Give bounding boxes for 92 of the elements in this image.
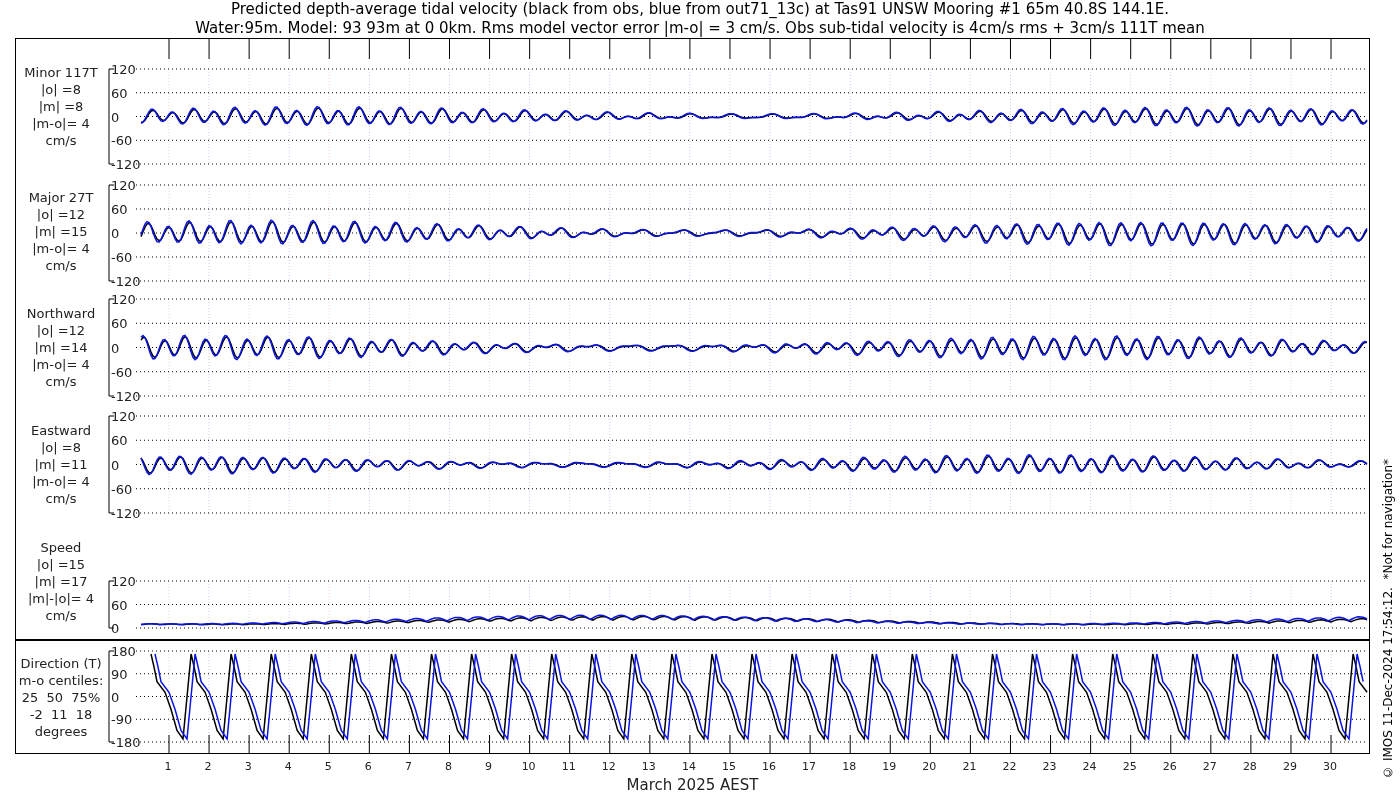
copyright-note: © IMOS 11-Dec-2024 17:54:12. *Not for navigation*: [1380, 458, 1395, 779]
day-tick-label: 2: [204, 760, 212, 773]
panel-label: |o| =12: [36, 206, 86, 223]
day-tick-label: 12: [601, 760, 616, 773]
day-tick-label: 18: [842, 760, 857, 773]
panel-label: Eastward: [31, 422, 91, 439]
day-tick-label: 19: [882, 760, 897, 773]
panel-label: 25 50 75%: [21, 688, 101, 706]
day-tick-label: 28: [1242, 760, 1257, 773]
day-tick-label: 13: [641, 760, 656, 773]
day-tick-label: 30: [1323, 760, 1338, 773]
panel-label: degrees: [34, 722, 88, 740]
day-tick-label: 27: [1202, 760, 1217, 773]
day-tick-label: 4: [284, 760, 292, 773]
panel-label: |m| =8: [38, 98, 84, 115]
axis-tick-label: 0: [111, 340, 120, 356]
panel-label: cm/s: [45, 606, 77, 624]
day-tick-label: 21: [962, 760, 977, 773]
axis-tick-label: 60: [111, 597, 128, 613]
day-tick-label: 6: [364, 760, 372, 773]
axis-tick-label: 120: [111, 409, 136, 424]
day-tick-label: 9: [485, 760, 493, 773]
axis-tick-label: 60: [111, 202, 128, 217]
axis-tick-label: -180: [111, 735, 141, 750]
panel-label: |o| =8: [41, 439, 81, 456]
axis-tick-label: -120: [111, 389, 141, 404]
panel-label: |m-o|= 4: [32, 356, 90, 373]
panel-label: cm/s: [45, 132, 77, 149]
day-tick-label: 20: [922, 760, 937, 773]
panel-label: m-o centiles:: [18, 671, 104, 689]
day-tick-label: 5: [324, 760, 332, 773]
axis-tick-label: -90: [111, 712, 133, 728]
axis-tick-label: 0: [111, 226, 120, 241]
x-axis-label: March 2025 AEST: [626, 775, 759, 796]
panel-label: |m-o|= 4: [32, 473, 90, 490]
axis-tick-label: -60: [111, 364, 133, 380]
day-tick-label: 8: [445, 760, 452, 773]
panel-label: |m-o|= 4: [32, 240, 90, 257]
axis-tick-label: 120: [111, 292, 136, 307]
panel-label: -2 11 18: [29, 705, 93, 723]
day-tick-label: 23: [1042, 760, 1057, 773]
panel-label: |o| =8: [41, 81, 81, 98]
axis-tick-label: -120: [111, 157, 141, 172]
panel-label: cm/s: [45, 373, 77, 390]
panel-label: |m|-|o|= 4: [27, 589, 95, 607]
axis-tick-label: 0: [111, 109, 120, 125]
day-tick-label: 10: [521, 760, 536, 773]
panel-label: Northward: [26, 305, 96, 322]
axis-tick-label: 90: [111, 666, 128, 682]
day-tick-label: 15: [722, 760, 736, 773]
panel-label: |m| =11: [34, 456, 88, 473]
panel-label: |o| =12: [36, 322, 86, 339]
day-tick-label: 17: [802, 760, 817, 773]
day-tick-label: 3: [244, 760, 252, 773]
axis-tick-label: 120: [111, 574, 136, 589]
day-tick-label: 25: [1122, 760, 1137, 773]
panel-label: |m| =17: [34, 572, 88, 590]
panel-label: Major 27T: [28, 189, 94, 206]
axis-tick-label: -120: [111, 506, 141, 521]
panel-label: cm/s: [45, 490, 77, 507]
day-tick-label: 1: [164, 760, 172, 773]
day-tick-label: 22: [1002, 760, 1017, 773]
axis-tick-label: 120: [111, 178, 136, 193]
plot-title: Predicted depth-average tidal velocity (black from obs, blue from out71_13c) at Tas91 UNSW Mooring #1 65m 40.8S 144.1E.: [231, 0, 1169, 19]
axis-tick-label: 60: [111, 85, 128, 101]
axis-tick-label: -60: [111, 481, 133, 497]
axis-tick-label: 60: [111, 316, 128, 332]
day-tick-label: 7: [404, 760, 412, 773]
day-tick-label: 11: [561, 760, 576, 773]
day-tick-label: 24: [1082, 760, 1097, 773]
axis-tick-label: 180: [111, 644, 136, 659]
axis-tick-label: -60: [111, 133, 133, 149]
day-tick-label: 14: [681, 760, 696, 773]
panel-label: |o| =15: [36, 555, 86, 573]
axis-tick-label: -120: [111, 274, 141, 289]
panel-label: |m| =15: [34, 223, 88, 240]
day-tick-label: 16: [762, 760, 777, 773]
axis-tick-label: 60: [111, 433, 128, 449]
axis-tick-label: 0: [111, 457, 120, 473]
axis-tick-label: -60: [111, 250, 133, 265]
day-tick-label: 26: [1162, 760, 1177, 773]
axis-tick-label: 0: [111, 689, 120, 705]
day-tick-label: 29: [1282, 760, 1297, 773]
panel-label: |m-o|= 4: [32, 115, 90, 132]
panel-label: |m| =14: [34, 339, 88, 356]
axis-tick-label: 120: [111, 62, 136, 77]
plot-title: Water:95m. Model: 93 93m at 0 0km. Rms model vector error |m-o| = 3 cm/s. Obs sub-tidal velocity is 4cm/s rms + 3cm/s 111T mean: [195, 19, 1205, 38]
panel-label: cm/s: [45, 257, 77, 274]
panel-label: Minor 117T: [24, 64, 98, 81]
panel-label: Direction (T): [20, 654, 102, 672]
axis-tick-label: 0: [111, 621, 120, 636]
panel-label: Speed: [40, 538, 82, 556]
